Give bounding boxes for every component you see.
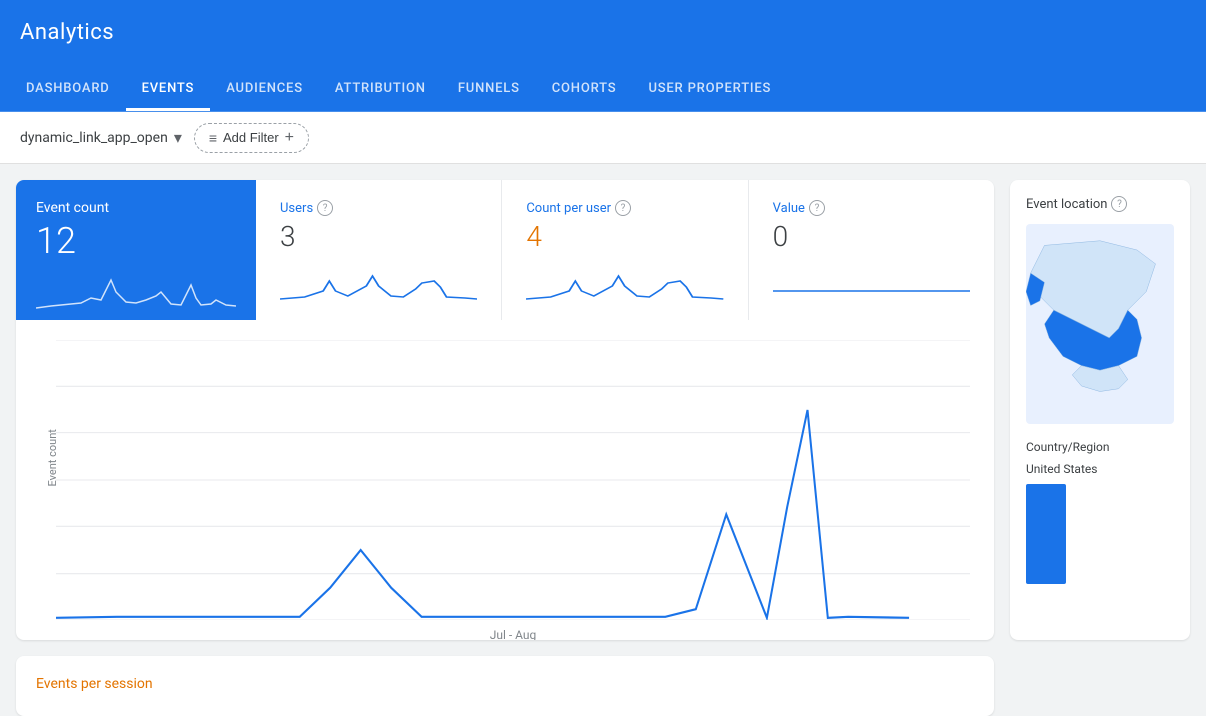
map-panel: Event location ? Country/Region bbox=[1010, 180, 1190, 640]
plus-icon: + bbox=[285, 129, 294, 147]
count-per-user-label: Count per user ? bbox=[526, 200, 723, 216]
main-content: Event count 12 Users ? 3 bbox=[0, 164, 1206, 656]
nav-item-events[interactable]: EVENTS bbox=[126, 64, 211, 111]
event-location-title: Event location ? bbox=[1026, 196, 1174, 212]
event-count-label: Event count bbox=[36, 200, 236, 216]
nav-item-user-properties[interactable]: USER PROPERTIES bbox=[632, 64, 787, 111]
filter-bar: dynamic_link_app_open ▾ ≡ Add Filter + bbox=[0, 112, 1206, 164]
event-dropdown[interactable]: dynamic_link_app_open ▾ bbox=[20, 128, 182, 147]
count-per-user-sparkline bbox=[526, 261, 723, 301]
top-bar: Analytics bbox=[0, 0, 1206, 64]
add-filter-label: Add Filter bbox=[223, 130, 279, 145]
country-region-label: Country/Region bbox=[1026, 440, 1174, 454]
events-per-session-title: Events per session bbox=[36, 676, 974, 692]
event-dropdown-label: dynamic_link_app_open bbox=[20, 130, 168, 146]
event-location-help-icon[interactable]: ? bbox=[1111, 196, 1127, 212]
add-filter-button[interactable]: ≡ Add Filter + bbox=[194, 123, 309, 153]
chevron-down-icon: ▾ bbox=[174, 128, 182, 147]
event-count-card: Event count 12 bbox=[16, 180, 256, 320]
users-help-icon[interactable]: ? bbox=[317, 200, 333, 216]
country-name: United States bbox=[1026, 462, 1097, 476]
value-label: Value ? bbox=[773, 200, 970, 216]
app-title: Analytics bbox=[20, 20, 114, 45]
event-count-sparkline bbox=[36, 270, 236, 310]
country-bar bbox=[1026, 484, 1066, 584]
nav-item-funnels[interactable]: FUNNELS bbox=[442, 64, 536, 111]
nav-item-audiences[interactable]: AUDIENCES bbox=[210, 64, 319, 111]
main-chart-area: Event count 8 6 4 2 0 bbox=[16, 320, 994, 640]
count-per-user-card: Count per user ? 4 bbox=[502, 180, 748, 320]
users-label: Users ? bbox=[280, 200, 477, 216]
nav-item-cohorts[interactable]: COHORTS bbox=[536, 64, 633, 111]
users-value: 3 bbox=[280, 220, 477, 253]
count-per-user-value: 4 bbox=[526, 220, 723, 253]
bottom-section: Events per session bbox=[0, 656, 1206, 716]
value-card: Value ? 0 bbox=[749, 180, 994, 320]
country-bar-row: United States bbox=[1026, 462, 1174, 476]
users-sparkline bbox=[280, 261, 477, 301]
main-chart: 8 6 4 2 0 3 5 7 9 11 13 15 17 1 bbox=[56, 340, 970, 620]
chart-y-label: Event count bbox=[46, 429, 59, 486]
filter-icon: ≡ bbox=[209, 130, 217, 146]
map-visual bbox=[1026, 224, 1174, 424]
event-count-value: 12 bbox=[36, 220, 236, 262]
stats-row: Event count 12 Users ? 3 bbox=[16, 180, 994, 320]
nav-item-dashboard[interactable]: DASHBOARD bbox=[10, 64, 126, 111]
map-svg bbox=[1026, 229, 1174, 419]
events-per-session-card: Events per session bbox=[16, 656, 994, 716]
value-value: 0 bbox=[773, 220, 970, 253]
chart-panel: Event count 12 Users ? 3 bbox=[16, 180, 994, 640]
value-help-icon[interactable]: ? bbox=[809, 200, 825, 216]
count-per-user-help-icon[interactable]: ? bbox=[615, 200, 631, 216]
nav-bar: DASHBOARD EVENTS AUDIENCES ATTRIBUTION F… bbox=[0, 64, 1206, 112]
value-sparkline bbox=[773, 261, 970, 301]
users-card: Users ? 3 bbox=[256, 180, 502, 320]
chart-x-label: Jul - Aug bbox=[56, 628, 970, 640]
nav-item-attribution[interactable]: ATTRIBUTION bbox=[319, 64, 442, 111]
